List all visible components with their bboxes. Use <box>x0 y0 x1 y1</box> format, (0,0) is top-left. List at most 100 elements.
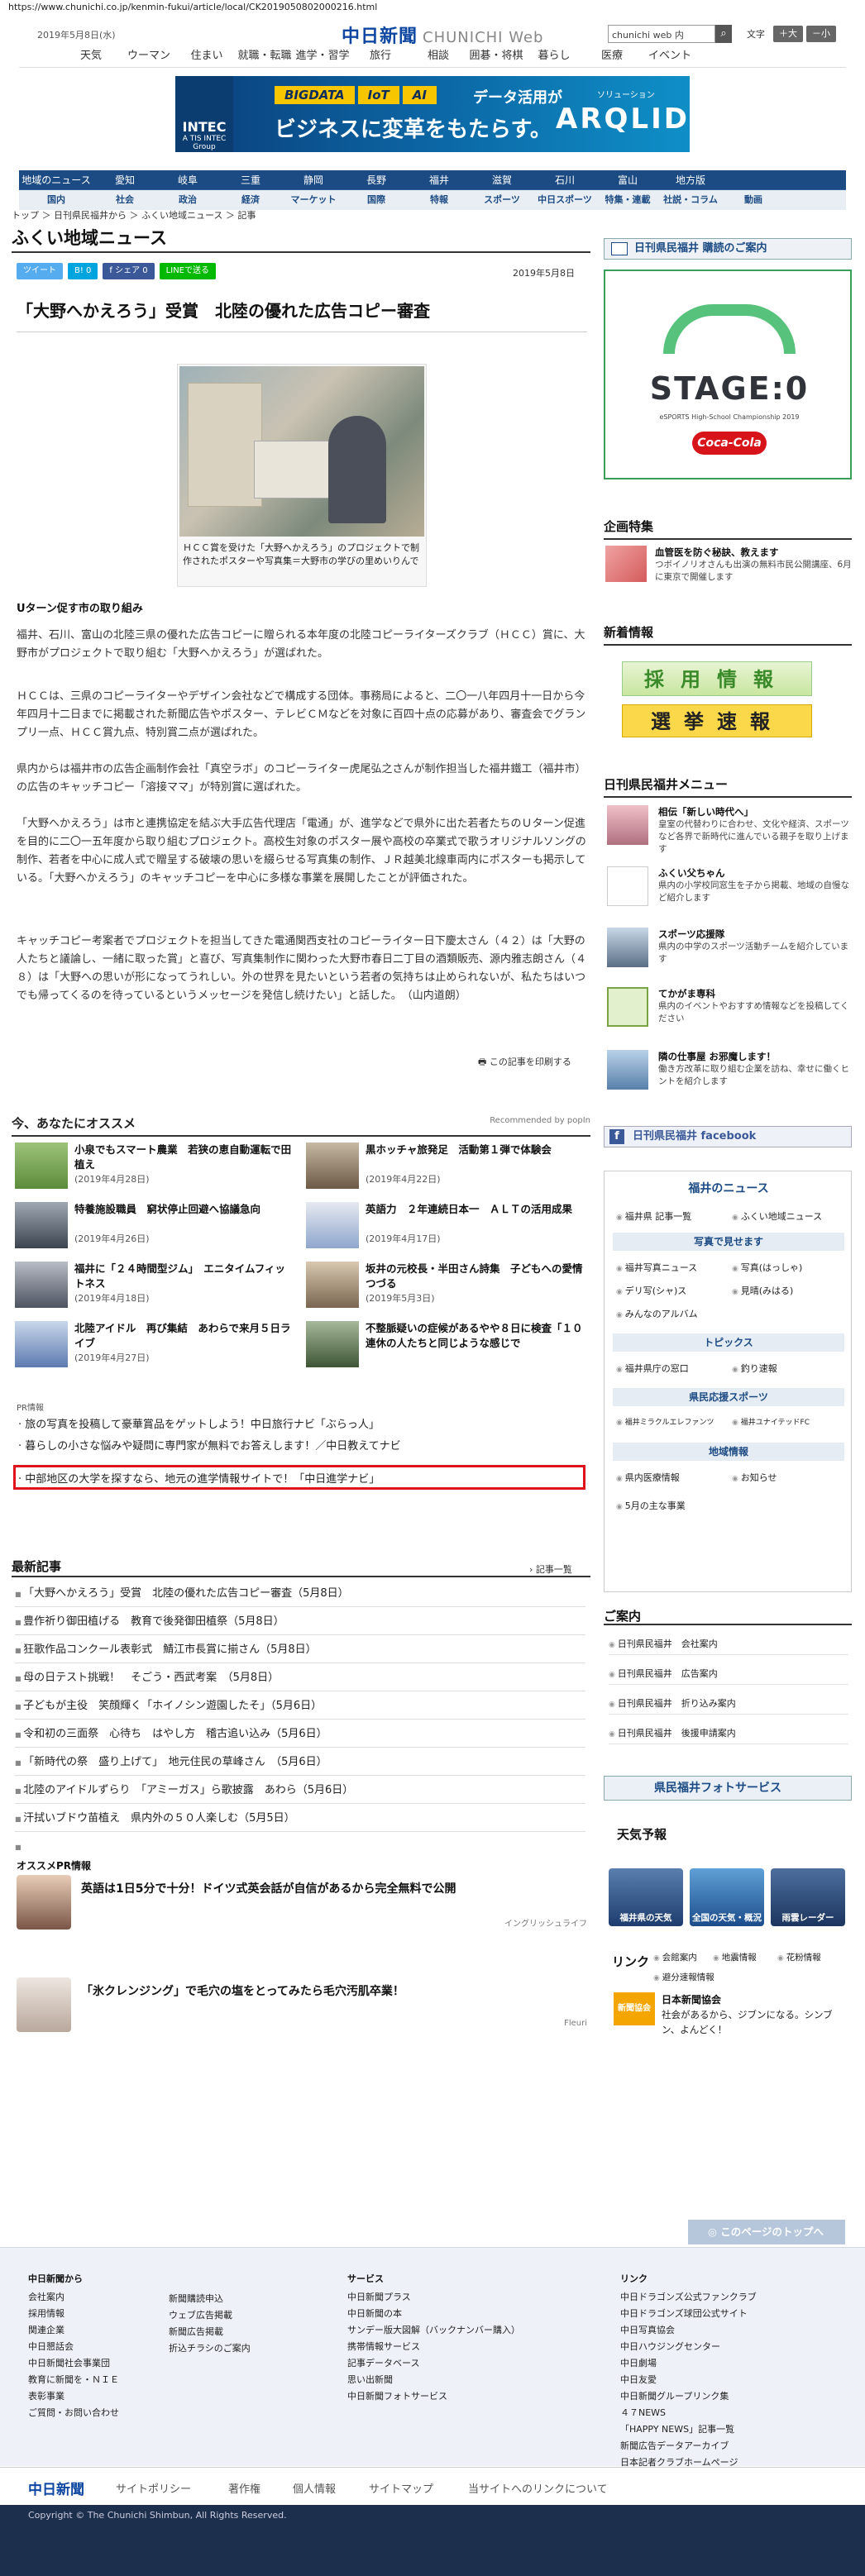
topnav-item[interactable]: イベント <box>641 48 699 67</box>
chiiki-link[interactable]: お知らせ <box>732 1471 777 1484</box>
latest-item[interactable]: 北陸のアイドルずらり 「アミーガス」ら歌披露 あわら（5月6日） <box>15 1777 585 1804</box>
goannai-link[interactable]: 日刊県民福井 折り込み案内 <box>609 1693 848 1715</box>
fukui-news-link[interactable]: ふくい地域ニュース <box>732 1209 822 1223</box>
footer-link[interactable]: サンデー版大図解（バックナンバー購入） <box>347 2322 520 2339</box>
nihon-shinbun-title[interactable]: 日本新聞協会 <box>662 1992 721 2006</box>
footer-bar-link[interactable]: 著作権 <box>228 2480 260 2496</box>
footer-link[interactable]: 中日懇話会 <box>28 2339 119 2355</box>
recommend-item[interactable]: 北陸アイドル 再び集結 あわらで来月５日ライブ (2019年4月27日) <box>15 1321 296 1374</box>
category-nav-item[interactable]: 動画 <box>722 190 785 210</box>
area-nav-item[interactable]: 地域のニュース <box>19 170 93 189</box>
link-item[interactable]: 会館案内 <box>653 1951 697 1963</box>
sports-link[interactable]: 福井ユナイテッドFC <box>732 1416 810 1427</box>
footer-link[interactable]: 中日ドラゴンズ公式ファンクラブ <box>620 2289 757 2306</box>
recommend-item[interactable]: 福井に「２４時間型ジム」 エニタイムフィットネス (2019年4月18日) <box>15 1262 296 1314</box>
footer-link[interactable]: ウェブ広告掲載 <box>169 2307 251 2324</box>
fukui-news-link[interactable]: 福井県 記事一覧 <box>616 1209 692 1223</box>
search-icon[interactable]: ⌕ <box>715 25 732 43</box>
footer-link[interactable]: 思い出新聞 <box>347 2372 520 2388</box>
category-nav-item[interactable]: 国際 <box>345 190 408 210</box>
topnav-item[interactable]: 就職・転職 <box>236 48 294 67</box>
photo-link[interactable]: みんなのアルバム <box>616 1307 698 1320</box>
subscribe-button[interactable]: 日刊県民福井 購読のご案内 <box>604 238 852 260</box>
category-nav-item[interactable]: 中日スポーツ <box>533 190 596 210</box>
weather-national-button[interactable]: 全国の天気・概況 <box>690 1868 764 1926</box>
photo-link[interactable]: 福井写真ニュース <box>616 1261 697 1274</box>
category-nav-item[interactable]: 社説・コラム <box>659 190 722 210</box>
search-input[interactable]: chunichi web 内 <box>608 25 715 43</box>
photo-service-link[interactable]: 県民福井フォトサービス <box>604 1776 852 1801</box>
rain-radar-button[interactable]: 雨雲レーダー <box>771 1868 845 1926</box>
category-nav-item[interactable]: 社会 <box>93 190 156 210</box>
osusume-pr-item[interactable]: 「氷クレンジング」で毛穴の塩をとってみたら毛穴汚肌卒業！ Fleuri <box>17 1977 587 2035</box>
footer-link[interactable]: 中日劇場 <box>620 2355 757 2372</box>
recommend-item[interactable]: 不整脈疑いの症候があるやや８日に検査「１０連休の人たちと同じような感じで <box>306 1321 587 1374</box>
nihon-shinbun-logo[interactable]: 新聞協会 <box>614 1992 655 2025</box>
footer-link[interactable]: 携帯情報サービス <box>347 2339 520 2355</box>
topnav-item[interactable]: 相談 <box>409 48 467 67</box>
topnav-item[interactable]: 旅行 <box>351 48 409 67</box>
photo-link[interactable]: 写真(はっしゃ) <box>732 1261 803 1274</box>
back-to-top-button[interactable]: ◎ このページのトップへ <box>688 2220 845 2244</box>
latest-item[interactable]: 母の日テスト挑戦！ そごう・西武考案 （5月8日） <box>15 1665 585 1691</box>
pr-link-highlighted[interactable]: · 中部地区の大学を探すなら、地元の進学情報サイトで！「中日進学ナビ」 <box>18 1470 380 1486</box>
area-nav-item[interactable]: 富山 <box>596 170 659 189</box>
footer-link[interactable]: 新聞広告データアーカイブ <box>620 2438 757 2454</box>
recommend-item[interactable]: 英語力 ２年連続日本一 ＡＬＴの活用成果 (2019年4月17日) <box>306 1202 587 1255</box>
footer-link[interactable]: 中日新聞グループリンク集 <box>620 2388 757 2405</box>
pr-link[interactable]: · 暮らしの小さな悩みや疑問に専門家が無料でお答えします！／中日教えてナビ <box>18 1437 401 1453</box>
category-nav-item[interactable]: 経済 <box>219 190 282 210</box>
hatena-button[interactable]: B! 0 <box>68 263 98 279</box>
link-item[interactable]: 避分速報情報 <box>653 1971 714 1983</box>
font-small-button[interactable]: －小 <box>806 26 836 42</box>
latest-item[interactable]: 汗拭いブドウ苗植え 県内外の５０人楽しむ（5月5日） <box>15 1806 585 1832</box>
latest-item[interactable]: 令和初の三面祭 心待ち はやし方 稽古追い込み（5月6日） <box>15 1721 585 1748</box>
area-nav-item[interactable]: 長野 <box>345 170 408 189</box>
topnav-item[interactable]: 天気 <box>62 48 120 67</box>
footer-link[interactable]: 中日新聞プラス <box>347 2289 520 2306</box>
sports-link[interactable]: 福井ミラクルエレファンツ <box>616 1416 714 1427</box>
footer-logo[interactable]: 中日新聞 <box>28 2478 84 2498</box>
latest-item[interactable]: 「大野へかえろう」受賞 北陸の優れた広告コピー審査（5月8日） <box>15 1581 585 1607</box>
menu-item[interactable]: ふくい父ちゃん 県内の小学校同窓生を子から掲載、地域の自慢など紹介します <box>607 863 852 911</box>
latest-more-link[interactable]: › 記事一覧 <box>529 1562 572 1576</box>
footer-bar-link[interactable]: 当サイトへのリンクについて <box>468 2480 608 2496</box>
footer-link[interactable]: 中日ドラゴンズ球団公式サイト <box>620 2306 757 2322</box>
area-nav-item[interactable]: 愛知 <box>93 170 156 189</box>
footer-link[interactable]: 折込チラシのご案内 <box>169 2340 251 2357</box>
category-nav-item[interactable]: 特集・連載 <box>596 190 659 210</box>
goannai-link[interactable]: 日刊県民福井 広告案内 <box>609 1663 848 1685</box>
tweet-button[interactable]: ツイート <box>17 263 63 279</box>
recommend-item[interactable]: 黒ホッチャ旅発足 活動第１弾で体験会 (2019年4月22日) <box>306 1143 587 1195</box>
footer-link[interactable]: 新聞広告掲載 <box>169 2324 251 2340</box>
footer-link[interactable]: ４７NEWS <box>620 2405 757 2421</box>
footer-link[interactable]: 中日新聞社会事業団 <box>28 2355 119 2372</box>
area-nav-item[interactable]: 滋賀 <box>471 170 533 189</box>
recommend-item[interactable]: 坂井の元校長・半田さん詩集 子どもへの愛情つづる (2019年5月3日) <box>306 1262 587 1314</box>
recruit-banner[interactable]: 採用情報 <box>622 661 812 696</box>
topnav-item[interactable]: 住まい <box>178 48 236 67</box>
area-nav-item[interactable]: 石川 <box>533 170 596 189</box>
election-banner[interactable]: 選挙速報 <box>622 704 812 737</box>
footer-link[interactable]: ご質問・お問い合わせ <box>28 2405 119 2421</box>
area-nav-item[interactable]: 岐阜 <box>156 170 219 189</box>
menu-item[interactable]: 相伝「新しい時代へ」 皇室の代替わりに合わせ、文化や経済、スポーツなど各界で新時… <box>607 802 852 854</box>
category-nav-item[interactable]: 国内 <box>19 190 93 210</box>
latest-item[interactable]: 豊作祈り御田植げる 教育で後発御田植祭（5月8日） <box>15 1609 585 1635</box>
footer-link[interactable]: 記事データベース <box>347 2355 520 2372</box>
footer-bar-link[interactable]: サイトマップ <box>369 2480 433 2496</box>
footer-link[interactable]: 関連企業 <box>28 2322 119 2339</box>
goannai-link[interactable]: 日刊県民福井 後援申請案内 <box>609 1723 848 1744</box>
breadcrumb[interactable]: トップ ＞ 日刊県民福井から ＞ ふくい地域ニュース ＞ 記事 <box>12 208 256 222</box>
topnav-item[interactable]: ウーマン <box>120 48 178 67</box>
footer-link[interactable]: 「HAPPY NEWS」記事一覧 <box>620 2421 757 2438</box>
chiiki-link[interactable]: 5月の主な事業 <box>616 1499 686 1512</box>
ad-banner[interactable]: INTEC A TIS INTEC Group BIGDATA IoT AI デー… <box>175 76 690 152</box>
photo-link[interactable]: 見晴(みはる) <box>732 1284 794 1297</box>
recommend-item[interactable]: 小泉でもスマート農業 若狭の恵自動運転で田植え (2019年4月28日) <box>15 1143 296 1195</box>
footer-link[interactable]: 中日新聞の本 <box>347 2306 520 2322</box>
topics-link[interactable]: 釣り速報 <box>732 1362 777 1375</box>
link-item[interactable]: 地震情報 <box>713 1951 757 1963</box>
osusume-pr-item[interactable]: 英語は1日5分で十分！ドイツ式英会話が自信があるから完全無料で公開 イングリッシ… <box>17 1875 587 1933</box>
stage0-ad[interactable]: STAGE:0 eSPORTS High-School Championship… <box>604 270 852 479</box>
